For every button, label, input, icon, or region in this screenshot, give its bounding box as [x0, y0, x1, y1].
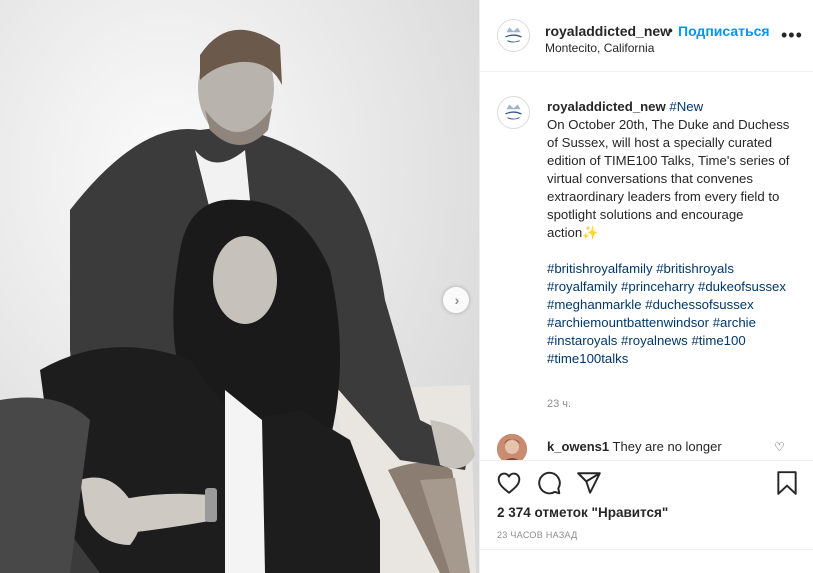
caption-hashtag-list: #britishroyalfamily #britishroyals #roya… [547, 261, 786, 366]
caption-timestamp[interactable]: 23 ч. [547, 398, 571, 410]
caption-username[interactable]: royaladdicted_new [547, 99, 666, 114]
commenter-avatar[interactable] [497, 434, 527, 460]
post-header: royaladdicted_new • Подписаться Montecit… [480, 0, 813, 72]
post-photo[interactable]: › [0, 0, 479, 573]
post-side-panel: royaladdicted_new • Подписаться Montecit… [479, 0, 813, 573]
comment-text: k_owens1 They are no longer [547, 439, 722, 454]
caption-hashtag[interactable]: #archie [713, 315, 756, 330]
caption-avatar[interactable] [497, 96, 530, 129]
sparkles-emoji: ✨ [582, 225, 599, 240]
caption-hashtag[interactable]: #britishroyalfamily [547, 261, 653, 276]
caption-hashtag[interactable]: #meghanmarkle [547, 297, 642, 312]
crown-logo-icon [498, 97, 529, 128]
caption-hashtag[interactable]: #time100 [691, 333, 745, 348]
caption-hashtag[interactable]: #dukeofsussex [698, 279, 786, 294]
header-username[interactable]: royaladdicted_new [545, 23, 671, 39]
caption-hashtag[interactable]: #britishroyals [656, 261, 734, 276]
caption-text: royaladdicted_new #New On October 20th, … [547, 98, 797, 368]
account-avatar[interactable] [497, 19, 530, 52]
caption-hashtag[interactable]: #archiemountbattenwindsor [547, 315, 709, 330]
crown-logo-icon [498, 20, 529, 51]
share-icon[interactable] [576, 470, 602, 496]
add-comment-area[interactable] [480, 549, 813, 573]
comment-body: They are no longer [612, 439, 722, 454]
comment-icon[interactable] [536, 470, 562, 496]
next-photo-button[interactable]: › [443, 287, 469, 313]
chevron-right-icon: › [454, 292, 460, 308]
post-location[interactable]: Montecito, California [545, 41, 654, 55]
comment-username[interactable]: k_owens1 [547, 439, 609, 454]
caption-hashtag[interactable]: #royalnews [621, 333, 688, 348]
caption-hashtag[interactable]: #time100talks [547, 351, 628, 366]
caption-body: On October 20th, The Duke and Duchess of… [547, 117, 790, 240]
header-separator-dot: • [668, 22, 673, 38]
caption-hashtag[interactable]: #instaroyals [547, 333, 617, 348]
caption-hashtag[interactable]: #princeharry [621, 279, 694, 294]
heart-icon[interactable] [496, 470, 522, 496]
comment-item: k_owens1 They are no longer ♡ [480, 432, 813, 460]
post-actions: 2 374 отметок "Нравится" 23 ЧАСОВ НАЗАД [480, 460, 813, 573]
comment-like-heart-icon[interactable]: ♡ [774, 440, 785, 454]
post-date[interactable]: 23 ЧАСОВ НАЗАД [497, 530, 578, 540]
post-caption: royaladdicted_new #New On October 20th, … [480, 72, 813, 432]
caption-hashtag[interactable]: #duchessofsussex [645, 297, 754, 312]
follow-button[interactable]: Подписаться [678, 23, 770, 39]
commenter-photo [497, 434, 527, 460]
bookmark-icon[interactable] [774, 470, 800, 496]
more-options-ellipsis-icon[interactable]: ••• [781, 26, 803, 44]
caption-hashtag[interactable]: #New [669, 99, 703, 114]
post-photo-image [0, 0, 479, 573]
caption-hashtag[interactable]: #royalfamily [547, 279, 617, 294]
likes-count[interactable]: 2 374 отметок "Нравится" [497, 505, 668, 520]
